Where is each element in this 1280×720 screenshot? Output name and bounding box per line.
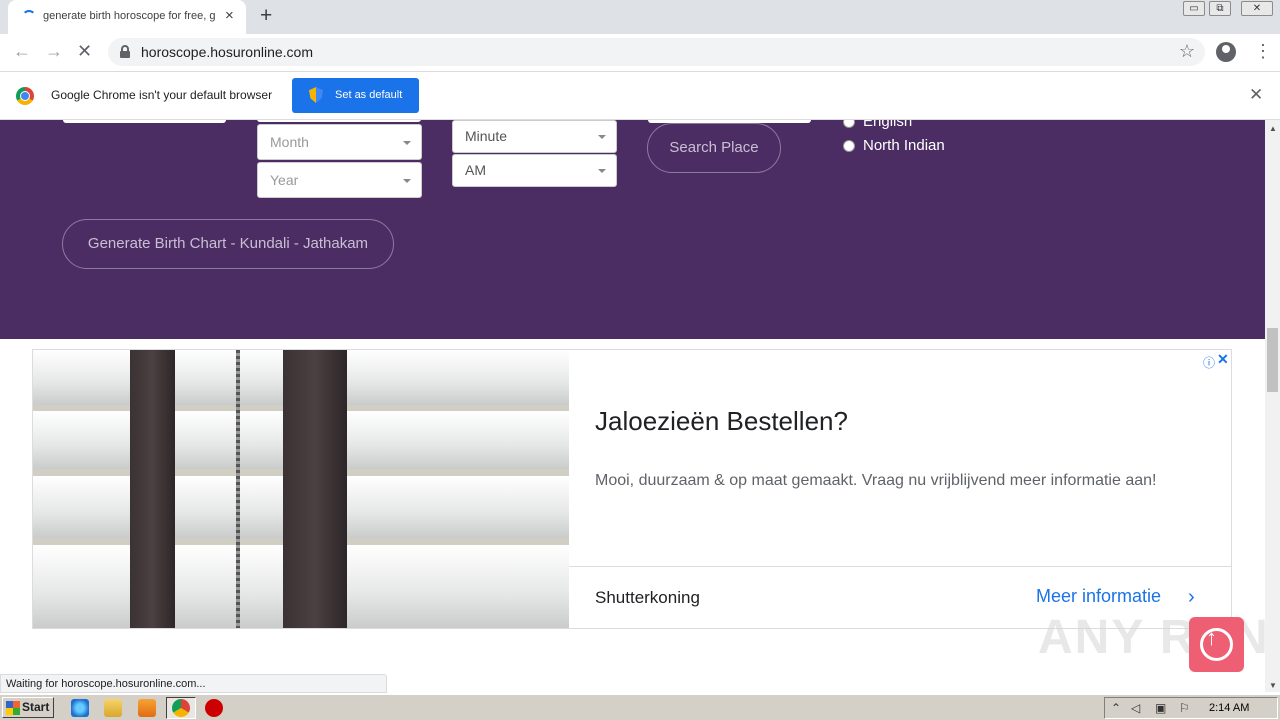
- tab-title: generate birth horoscope for free, g: [43, 10, 216, 22]
- month-placeholder: Month: [270, 134, 309, 150]
- media-player-icon[interactable]: [138, 699, 156, 717]
- taskbar: Start ⌃ ◁ ▣ ⚐ 2:14 AM: [0, 694, 1280, 720]
- taskbar-chrome-button[interactable]: [166, 697, 196, 719]
- minute-value: Minute: [465, 128, 508, 144]
- back-icon[interactable]: ←: [13, 41, 31, 61]
- scroll-up-icon[interactable]: ▲: [1269, 124, 1277, 133]
- status-bubble: Waiting for horoscope.hosuronline.com...: [0, 674, 387, 693]
- ad-close-icon[interactable]: ✕: [1217, 351, 1229, 368]
- infobar-message: Google Chrome isn't your default browser: [51, 88, 273, 102]
- folder-icon[interactable]: [104, 699, 122, 717]
- generate-birth-chart-button[interactable]: Generate Birth Chart - Kundali - Jathaka…: [62, 219, 394, 269]
- internet-explorer-icon[interactable]: [71, 699, 89, 717]
- chevron-down-icon: [598, 135, 606, 139]
- radio-button-icon[interactable]: [843, 140, 855, 152]
- stop-sign-icon[interactable]: [205, 699, 223, 717]
- shield-icon: [309, 87, 323, 103]
- ad-description: Mooi, duurzaam & op maat gemaakt. Vraag …: [595, 472, 1157, 489]
- tab-strip: generate birth horoscope for free, g × +…: [0, 0, 1280, 34]
- ampm-value: AM: [465, 162, 486, 178]
- ad-divider: [569, 566, 1231, 567]
- radio-button-icon[interactable]: [843, 120, 855, 128]
- window-close-button[interactable]: ✕: [1241, 1, 1273, 16]
- blind-cord: [236, 350, 240, 628]
- chrome-logo-icon: [16, 87, 34, 105]
- page-content: Month Year Minute AM Search Place Englis…: [0, 120, 1265, 672]
- default-browser-infobar: Google Chrome isn't your default browser…: [0, 71, 1280, 120]
- ad-advertiser[interactable]: Shutterkoning: [595, 588, 700, 608]
- minimize-button[interactable]: ▭: [1183, 1, 1205, 16]
- lock-icon[interactable]: [120, 45, 130, 58]
- chevron-right-icon[interactable]: ›: [1188, 586, 1195, 609]
- clock[interactable]: 2:14 AM: [1209, 702, 1249, 714]
- ad-info-icon[interactable]: ⓘ: [1203, 354, 1215, 371]
- radio-north-indian-label: North Indian: [863, 137, 945, 154]
- volume-icon[interactable]: ◁: [1131, 701, 1140, 715]
- windows-logo-icon: [6, 701, 20, 715]
- address-url[interactable]: horoscope.hosuronline.com: [141, 44, 313, 60]
- set-as-default-label: Set as default: [335, 89, 403, 101]
- stop-icon[interactable]: ✕: [77, 41, 92, 61]
- blind-ladder-tape: [130, 350, 175, 628]
- forward-icon[interactable]: →: [45, 41, 63, 61]
- network-icon[interactable]: ▣: [1155, 701, 1166, 715]
- day-select-partial[interactable]: [63, 120, 226, 123]
- radio-english-label: English: [863, 120, 913, 130]
- system-tray: ⌃ ◁ ▣ ⚐ 2:14 AM: [1104, 697, 1278, 719]
- start-button[interactable]: Start: [2, 697, 54, 718]
- restore-button[interactable]: ⧉: [1209, 1, 1231, 16]
- chevron-down-icon: [598, 169, 606, 173]
- chrome-icon: [172, 699, 190, 717]
- browser-tab[interactable]: generate birth horoscope for free, g ×: [8, 0, 246, 34]
- arrow-up-icon: ↑: [1206, 625, 1217, 650]
- ad-image-blinds[interactable]: [33, 350, 569, 628]
- minute-select[interactable]: Minute: [452, 120, 617, 153]
- ampm-select[interactable]: AM: [452, 154, 617, 187]
- scroll-to-top-button[interactable]: ↑: [1189, 617, 1244, 672]
- chevron-down-icon: [403, 141, 411, 145]
- ad-headline[interactable]: Jaloezieën Bestellen?: [595, 406, 848, 437]
- scrollbar-thumb[interactable]: [1267, 328, 1278, 392]
- ad-cta-link[interactable]: Meer informatie: [1036, 586, 1161, 607]
- start-label: Start: [22, 700, 50, 714]
- year-placeholder: Year: [270, 172, 299, 188]
- chevron-down-icon: [403, 179, 411, 183]
- date-select-partial[interactable]: [257, 120, 421, 122]
- search-place-button[interactable]: Search Place: [647, 123, 781, 173]
- infobar-close-icon[interactable]: ✕: [1249, 85, 1263, 105]
- loading-spinner-icon: [22, 10, 36, 24]
- flag-icon[interactable]: ⚐: [1179, 701, 1190, 715]
- blind-ladder-tape: [283, 350, 347, 628]
- scroll-down-icon[interactable]: ▼: [1269, 681, 1277, 690]
- set-as-default-button[interactable]: Set as default: [292, 78, 419, 113]
- new-tab-icon[interactable]: +: [260, 5, 272, 27]
- bookmark-star-icon[interactable]: ☆: [1179, 41, 1195, 62]
- year-select[interactable]: Year: [257, 162, 422, 198]
- menu-icon[interactable]: ⋮: [1254, 42, 1272, 60]
- month-select[interactable]: Month: [257, 124, 422, 160]
- browser-toolbar: ← → ✕ horoscope.hosuronline.com ☆: [0, 34, 1280, 71]
- tab-close-icon[interactable]: ×: [225, 8, 234, 24]
- address-bar[interactable]: horoscope.hosuronline.com ☆: [108, 38, 1205, 66]
- page-scrollbar[interactable]: ▲ ▼: [1265, 120, 1280, 692]
- horoscope-form-section: Month Year Minute AM Search Place Englis…: [0, 120, 1265, 339]
- advertisement[interactable]: ⓘ ✕ Jaloezieën Bestellen? Mooi, duurzaam…: [32, 349, 1232, 629]
- profile-avatar-icon[interactable]: [1216, 42, 1236, 62]
- tray-expand-icon[interactable]: ⌃: [1111, 701, 1121, 715]
